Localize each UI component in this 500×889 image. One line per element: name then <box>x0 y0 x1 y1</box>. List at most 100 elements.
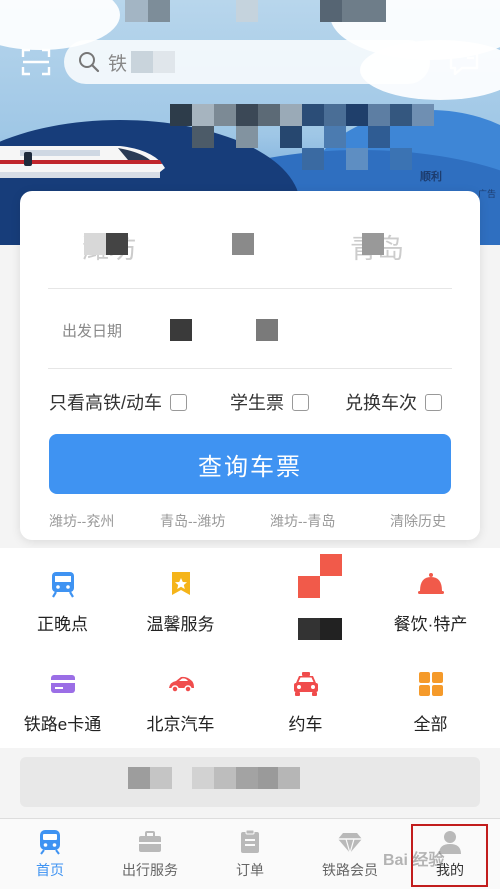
censored-block <box>302 104 324 126</box>
ad-label: 广告 <box>477 189 496 199</box>
service-label: 约车 <box>288 715 323 734</box>
censored-block <box>192 104 214 126</box>
censored-block <box>302 148 324 170</box>
service-label: 餐饮·特产 <box>393 615 468 634</box>
censored-block <box>298 576 320 598</box>
censored-block <box>256 319 278 341</box>
student-checkbox[interactable] <box>292 393 309 411</box>
car-icon <box>168 676 194 693</box>
censored-block <box>153 51 176 73</box>
censored-block <box>368 104 390 126</box>
censored-block <box>346 148 368 170</box>
censored-block <box>324 104 346 126</box>
station-selector: 潍坊 青岛 <box>20 219 480 279</box>
censored-block <box>324 126 346 148</box>
service-label: 北京汽车 <box>146 715 215 734</box>
censored-block <box>280 126 302 148</box>
e-card-icon <box>50 675 75 693</box>
home-train-icon <box>40 830 60 855</box>
censored-block <box>148 0 170 22</box>
censored-block <box>236 767 258 789</box>
service-ecard[interactable]: 铁路e卡通 <box>0 648 125 738</box>
censored-block <box>342 0 386 22</box>
search-icon <box>79 52 100 73</box>
tab-label: 铁路会员 <box>322 862 378 878</box>
censored-block <box>390 104 412 126</box>
query-tickets-button[interactable]: 查询车票 <box>49 434 451 494</box>
censored-block <box>128 767 150 789</box>
service-punctuality[interactable]: 正晚点 <box>0 548 125 638</box>
censored-block <box>368 126 390 148</box>
censored-block <box>236 126 258 148</box>
service-label: 正晚点 <box>37 615 88 634</box>
service-label: 温馨服务 <box>146 615 215 634</box>
censored-block <box>170 319 192 341</box>
service-warm-service[interactable]: 温馨服务 <box>118 548 243 638</box>
censored-block <box>192 767 214 789</box>
search-bar[interactable]: 铁 <box>64 40 430 84</box>
ticket-options: 只看高铁/动车 学生票 兑换车次 <box>20 389 480 419</box>
taxi-icon <box>293 672 318 696</box>
tab-label: 首页 <box>36 862 64 878</box>
censored-block <box>258 104 280 126</box>
order-clipboard-icon <box>241 829 259 853</box>
censored-block <box>346 104 368 126</box>
ticket-search-card: 潍坊 青岛 出发日期 只看高铁/动车 学生票 兑换车次 查询车票 潍坊--兖州 … <box>20 191 480 540</box>
censored-block <box>412 104 434 126</box>
service-beijing-auto[interactable]: 北京汽车 <box>118 648 243 738</box>
scan-icon[interactable] <box>20 46 52 78</box>
train-schedule-icon <box>51 572 74 598</box>
briefcase-icon <box>139 831 161 852</box>
exchange-checkbox[interactable] <box>425 393 442 411</box>
history-item[interactable]: 潍坊--青岛 <box>270 511 335 531</box>
censored-block <box>131 51 154 73</box>
censored-block <box>214 104 236 126</box>
ad-slogan: 顺利 <box>420 171 442 183</box>
tab-label: 订单 <box>236 862 264 878</box>
swap-stations-icon[interactable] <box>232 233 254 255</box>
divider <box>48 368 452 369</box>
grid-all-icon <box>418 672 443 696</box>
censored-block <box>278 767 300 789</box>
censored-block <box>84 233 106 255</box>
option-label: 学生票 <box>230 393 284 413</box>
high-speed-checkbox[interactable] <box>170 393 188 411</box>
service-dining[interactable]: 餐饮·特产 <box>368 548 493 638</box>
promo-banner[interactable] <box>20 757 480 807</box>
censored-block <box>320 554 342 576</box>
censored-block <box>236 104 258 126</box>
tab-travel-services[interactable]: 出行服务 <box>100 819 200 889</box>
tab-home[interactable]: 首页 <box>0 819 100 889</box>
censored-block <box>390 148 412 170</box>
tab-orders[interactable]: 订单 <box>200 819 300 889</box>
search-history: 潍坊--兖州 青岛--潍坊 潍坊--青岛 清除历史 <box>20 511 480 531</box>
divider <box>48 288 452 289</box>
option-exchange-train[interactable]: 兑换车次 <box>345 389 442 415</box>
service-redacted[interactable] <box>250 548 375 640</box>
clear-history-link[interactable]: 清除历史 <box>390 511 446 531</box>
service-badge-icon <box>171 572 190 595</box>
history-item[interactable]: 青岛--潍坊 <box>160 511 225 531</box>
censored-block <box>362 233 384 255</box>
services-grid: 正晚点 温馨服务 餐饮·特产 铁路e卡通 北京汽车 约车 全部 <box>0 548 500 748</box>
option-label: 只看高铁/动车 <box>49 393 163 413</box>
dining-cloche-icon <box>417 573 444 594</box>
service-ride-hailing[interactable]: 约车 <box>243 648 368 738</box>
censored-block <box>106 233 128 255</box>
censored-block <box>320 618 342 640</box>
service-label: 全部 <box>413 715 448 734</box>
date-label: 出发日期 <box>62 323 123 340</box>
message-icon[interactable] <box>448 46 480 78</box>
censored-block <box>320 0 342 22</box>
service-all[interactable]: 全部 <box>368 648 493 738</box>
option-high-speed-only[interactable]: 只看高铁/动车 <box>49 389 188 415</box>
option-student-ticket[interactable]: 学生票 <box>230 389 309 415</box>
censored-block <box>258 767 280 789</box>
service-label: 铁路e卡通 <box>23 715 102 734</box>
censored-block <box>170 104 192 126</box>
watermark: Bai 经验 <box>383 852 445 869</box>
search-placeholder: 铁 <box>108 53 128 75</box>
history-item[interactable]: 潍坊--兖州 <box>49 511 114 531</box>
censored-block <box>214 767 236 789</box>
option-label: 兑换车次 <box>345 393 417 413</box>
